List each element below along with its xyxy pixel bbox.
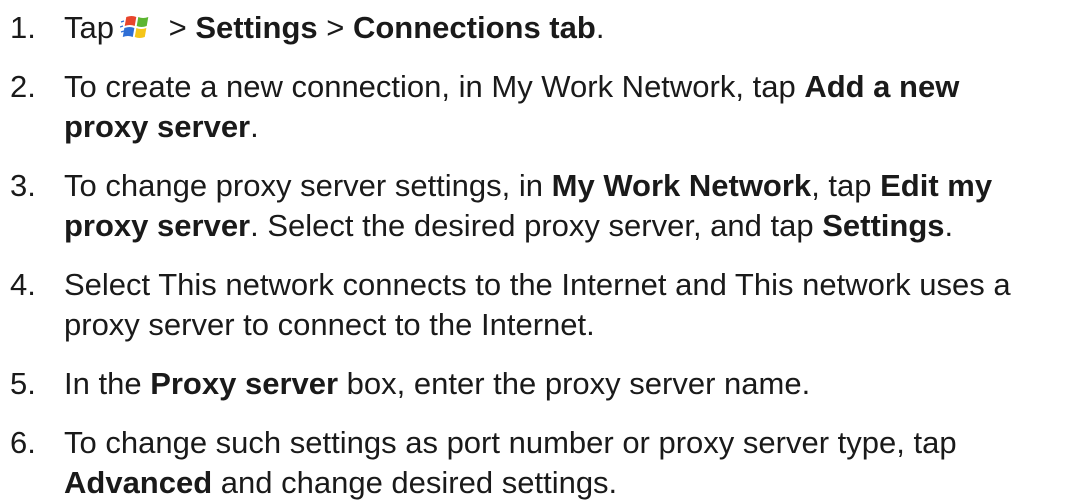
step-line-2: proxy server to connect to the Internet. [64,307,595,342]
step-bold-run: My Work Network [551,168,812,203]
step-text-run: Tap [64,10,114,45]
step-number: 3. [10,168,36,203]
step-number: 4. [10,267,36,302]
step-line-2: proxy server. Select the desired proxy s… [64,206,1090,246]
step-text: To create a new connection, in My Work N… [64,67,1090,147]
step-number: 2. [10,69,36,104]
step-text: Select This network connects to the Inte… [64,265,1090,345]
step-line-2: Advanced and change desired settings. [64,463,1090,503]
step-bold-run: Add a new [804,69,960,104]
step-text-run: To create a new connection, in My Work N… [64,69,805,104]
windows-start-icon [119,16,149,38]
step-bold-run: Advanced [64,465,213,500]
step-text-run: To change such settings as port number o… [64,425,957,460]
step-text-run: , tap [811,168,881,203]
step-bold-run: Connections tab [352,10,596,45]
step-number: 5. [10,366,36,401]
step-text-run: Select This network connects to the Inte… [64,267,1011,302]
step-text-run: . [595,10,605,45]
step-bold-run: proxy server [64,208,251,243]
step-text-run: box, enter the proxy server name. [338,366,811,401]
step-text-run: and change desired settings. [212,465,618,500]
step-bold-run: Edit my [880,168,993,203]
step-text-run: . [944,208,954,243]
step-bold-run: Proxy server [150,366,339,401]
step-text-run: . Select the desired proxy server, and t… [250,208,823,243]
step-text-run: . [250,109,259,144]
step-number: 1. [10,10,36,45]
step-line-2: proxy server. [64,107,1090,147]
step-text: Tap > Settings > Connections tab. [64,8,1090,48]
step-text-run: > [159,10,196,45]
step-bold-run: proxy server [64,109,251,144]
step-text-run: To change proxy server settings, in [64,168,552,203]
step-text: To change such settings as port number o… [64,423,1090,503]
step-text: To change proxy server settings, in My W… [64,166,1090,246]
step-bold-run: Settings [195,10,318,45]
step-number: 6. [10,425,36,460]
step-text-run: In the [64,366,151,401]
step-text-run: > [317,10,353,45]
step-text: In the Proxy server box, enter the proxy… [64,364,1090,404]
step-bold-run: Settings [822,208,945,243]
